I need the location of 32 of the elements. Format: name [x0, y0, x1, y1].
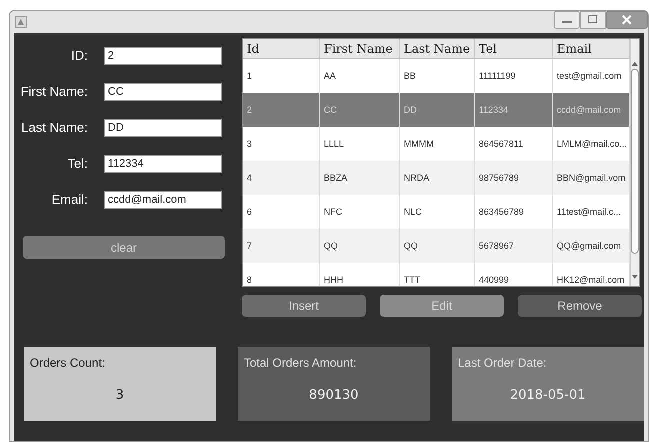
scroll-thumb[interactable]	[631, 69, 639, 254]
card-title: Total Orders Amount:	[244, 355, 358, 372]
scroll-down-icon[interactable]	[632, 274, 638, 280]
scrollbar[interactable]	[630, 39, 639, 286]
action-button[interactable]: Insert	[242, 295, 366, 317]
column-header[interactable]: Last Name	[400, 39, 475, 58]
maximize-icon[interactable]	[580, 11, 606, 29]
minimize-icon[interactable]	[554, 11, 580, 29]
field-label: Tel:	[66, 154, 88, 173]
input-field[interactable]: 2	[104, 46, 222, 64]
input-field[interactable]: 112334	[104, 154, 222, 172]
input-field[interactable]: ccdd@mail.com	[104, 190, 222, 208]
column-header[interactable]: First Name	[320, 39, 400, 58]
field-label: ID:	[70, 46, 88, 65]
column-header[interactable]: Tel	[475, 39, 553, 58]
card-value: 890130	[309, 387, 359, 405]
close-icon[interactable]	[606, 11, 648, 29]
input-field[interactable]: DD	[104, 118, 222, 136]
action-button[interactable]: Remove	[518, 295, 642, 317]
field-label: Last Name:	[20, 118, 88, 137]
app-icon	[15, 16, 27, 28]
card-title: Orders Count:	[30, 355, 106, 372]
table-row[interactable]: 4 BBZA NRDA 98756789 BBN@gmail.vom	[243, 161, 630, 195]
input-field[interactable]: CC	[104, 82, 222, 100]
field-label: First Name:	[20, 82, 88, 101]
card-title: Last Order Date:	[458, 355, 548, 372]
scroll-up-icon[interactable]	[632, 61, 638, 67]
column-header[interactable]: Id	[243, 39, 320, 58]
card-value: 2018-05-01	[510, 387, 586, 405]
card-value: 3	[116, 387, 124, 405]
table-row[interactable]: 7 QQ QQ 5678967 QQ@gmail.com	[243, 229, 630, 263]
field-label: Email:	[50, 190, 88, 209]
